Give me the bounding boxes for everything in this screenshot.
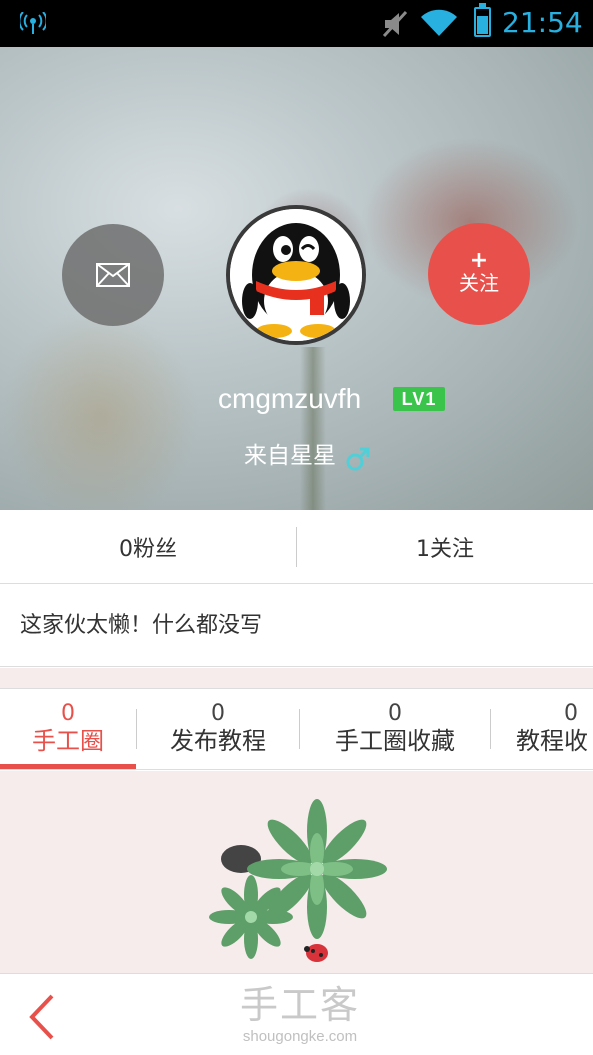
avatar[interactable]	[226, 205, 366, 345]
empty-content-area	[0, 771, 593, 973]
message-button[interactable]	[62, 224, 164, 326]
tab-handcraft-circle[interactable]: 0 手工圈	[0, 689, 136, 769]
status-bar: 21:54	[0, 0, 593, 47]
bio-text: 这家伙太懒！什么都没写	[20, 613, 263, 638]
tab-count: 0	[564, 701, 578, 726]
tab-circle-favorites[interactable]: 0 手工圈收藏	[300, 689, 490, 769]
signal-icon	[20, 12, 46, 34]
bio-section: 这家伙太懒！什么都没写	[0, 585, 593, 667]
follow-label: 关注	[459, 271, 499, 295]
profile-header: + 关注 cmgmzuvfh LV1 来自星星	[0, 47, 593, 510]
battery-icon	[474, 3, 491, 37]
back-arrow-icon[interactable]	[24, 992, 64, 1042]
level-badge: LV1	[393, 387, 445, 411]
stats-bar: 0粉丝 1关注	[0, 510, 593, 584]
watermark: 手工客 shougongke.com	[230, 982, 370, 1046]
tab-label: 手工圈收藏	[335, 727, 455, 755]
succulent-illustration	[209, 799, 387, 962]
username-row: cmgmzuvfh LV1	[0, 379, 593, 419]
location-row: 来自星星	[244, 436, 371, 470]
tab-count: 0	[61, 701, 75, 726]
watermark-logo-text: 手工客	[239, 983, 360, 1027]
mail-icon	[96, 263, 130, 287]
tab-published-tutorials[interactable]: 0 发布教程	[137, 689, 299, 769]
watermark-url: shougongke.com	[242, 1028, 358, 1045]
bottom-bar: 手工客 shougongke.com	[0, 973, 593, 1055]
active-tab-indicator	[0, 764, 136, 769]
plus-icon: +	[469, 248, 489, 273]
male-icon	[346, 447, 370, 470]
tab-label: 发布教程	[170, 727, 266, 755]
follow-button[interactable]: + 关注	[428, 223, 530, 325]
location-text: 来自星星	[244, 443, 336, 469]
tab-tutorial-favorites[interactable]: 0 教程收	[491, 689, 593, 769]
mute-icon	[382, 10, 408, 38]
username: cmgmzuvfh	[218, 383, 362, 414]
tab-count: 0	[388, 701, 402, 726]
status-time: 21:54	[502, 6, 583, 39]
tab-label: 教程收	[516, 727, 588, 755]
tab-label: 手工圈	[32, 727, 104, 755]
content-tabs: 0 手工圈 0 发布教程 0 手工圈收藏 0 教程收	[0, 688, 593, 770]
following-count[interactable]: 1关注	[297, 510, 593, 584]
section-gap	[0, 668, 593, 688]
penguin-avatar-image	[230, 209, 362, 341]
wifi-icon	[421, 9, 457, 37]
fans-count[interactable]: 0粉丝	[0, 510, 296, 584]
tab-count: 0	[211, 701, 225, 726]
